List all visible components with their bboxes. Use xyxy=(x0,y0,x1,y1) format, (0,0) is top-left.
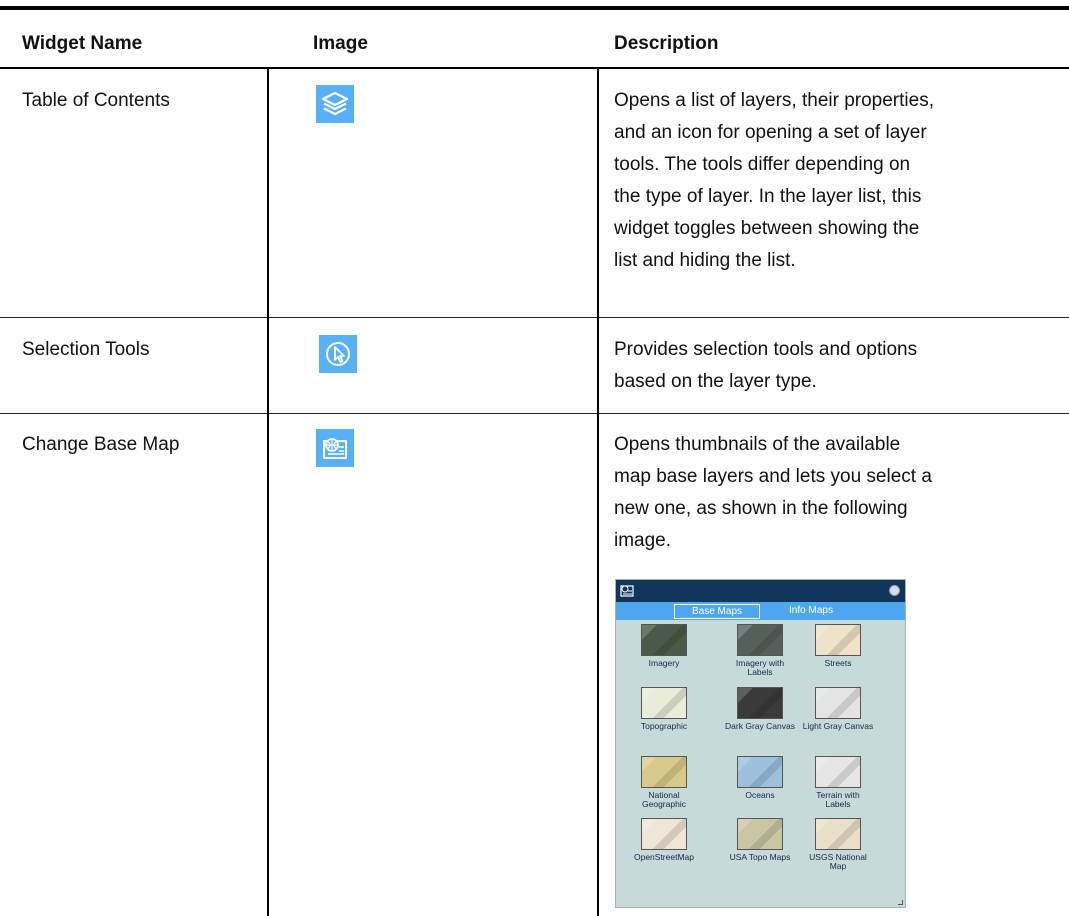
base-map-option[interactable]: Streets xyxy=(798,624,878,668)
description-line: Provides selection tools and options xyxy=(614,339,918,360)
header-widget-name: Widget Name xyxy=(22,33,143,54)
base-map-label: USGS National Map xyxy=(809,852,867,871)
base-map-thumbnail xyxy=(737,756,783,788)
resize-handle[interactable] xyxy=(898,900,903,905)
panel-title-bar xyxy=(616,580,905,602)
close-icon[interactable] xyxy=(889,585,900,596)
description-line: widget toggles between showing the xyxy=(614,218,920,239)
description-selection-tools: Provides selection tools and options bas… xyxy=(614,334,1054,398)
base-map-option[interactable]: OpenStreetMap xyxy=(624,818,704,862)
base-map-icon xyxy=(620,585,634,597)
base-map-option[interactable]: Terrain with Labels xyxy=(798,756,878,809)
row-divider xyxy=(0,413,1069,414)
base-map-thumbnail xyxy=(737,687,783,719)
description-line: based on the layer type. xyxy=(614,371,817,392)
base-map-label: Streets xyxy=(824,658,852,668)
base-map-option[interactable]: Dark Gray Canvas xyxy=(720,687,800,731)
base-map-thumbnail xyxy=(641,687,687,719)
base-map-option[interactable]: National Geographic xyxy=(624,756,704,809)
table-header-rule xyxy=(0,67,1069,69)
base-map-thumbnail xyxy=(641,818,687,850)
base-map-label: Topographic xyxy=(640,721,688,731)
description-change-base-map: Opens thumbnails of the available map ba… xyxy=(614,429,1054,557)
base-map-option[interactable]: USGS National Map xyxy=(798,818,878,871)
base-map-icon xyxy=(316,429,354,467)
base-map-option[interactable]: USA Topo Maps xyxy=(720,818,800,862)
tab-info-maps[interactable]: Info Maps xyxy=(770,604,852,617)
widget-name-table-of-contents: Table of Contents xyxy=(22,90,170,111)
description-line: map base layers and lets you select a xyxy=(614,466,932,487)
tab-base-maps[interactable]: Base Maps xyxy=(674,604,760,619)
widget-name-change-base-map: Change Base Map xyxy=(22,434,180,455)
description-line: image. xyxy=(614,530,672,551)
base-map-label: Imagery xyxy=(648,658,680,668)
header-image: Image xyxy=(313,33,368,54)
selection-cursor-icon xyxy=(319,335,357,373)
description-line: the type of layer. In the layer list, th… xyxy=(614,186,922,207)
base-map-label: National Geographic xyxy=(642,790,686,809)
description-line: new one, as shown in the following xyxy=(614,498,908,519)
description-table-of-contents: Opens a list of layers, their properties… xyxy=(614,85,1054,277)
header-description: Description xyxy=(614,33,719,54)
base-map-option[interactable]: Topographic xyxy=(624,687,704,731)
row-divider xyxy=(0,317,1069,318)
base-map-option[interactable]: Imagery with Labels xyxy=(720,624,800,677)
panel-tabs: Base Maps Info Maps xyxy=(616,602,905,620)
base-map-label: OpenStreetMap xyxy=(633,852,694,862)
base-map-thumbnail xyxy=(815,756,861,788)
description-line: list and hiding the list. xyxy=(614,250,796,271)
base-map-gallery-panel: Base Maps Info Maps Imagery Imagery with L… xyxy=(615,579,906,908)
base-map-label: Imagery with Labels xyxy=(735,658,785,677)
description-line: Opens thumbnails of the available xyxy=(614,434,901,455)
table-top-rule xyxy=(0,6,1069,10)
base-map-label: Oceans xyxy=(745,790,775,800)
base-map-label: Light Gray Canvas xyxy=(802,721,874,731)
column-divider xyxy=(597,68,599,916)
description-line: Opens a list of layers, their properties… xyxy=(614,90,934,111)
base-map-label: Dark Gray Canvas xyxy=(725,721,795,731)
base-map-thumbnail xyxy=(737,818,783,850)
widget-name-selection-tools: Selection Tools xyxy=(22,339,150,360)
base-map-label: USA Topo Maps xyxy=(729,852,791,862)
base-map-thumbnail xyxy=(815,818,861,850)
column-divider xyxy=(267,68,269,916)
base-map-option[interactable]: Light Gray Canvas xyxy=(798,687,878,731)
base-map-option[interactable]: Imagery xyxy=(624,624,704,668)
base-map-thumbnail xyxy=(641,756,687,788)
base-map-thumbnail xyxy=(815,624,861,656)
base-map-thumbnail xyxy=(737,624,783,656)
base-map-thumbnail xyxy=(815,687,861,719)
layers-icon xyxy=(316,85,354,123)
description-line: and an icon for opening a set of layer xyxy=(614,122,927,143)
base-map-thumbnail xyxy=(641,624,687,656)
base-map-label: Terrain with Labels xyxy=(816,790,860,809)
base-map-option[interactable]: Oceans xyxy=(720,756,800,800)
description-line: tools. The tools differ depending on xyxy=(614,154,911,175)
